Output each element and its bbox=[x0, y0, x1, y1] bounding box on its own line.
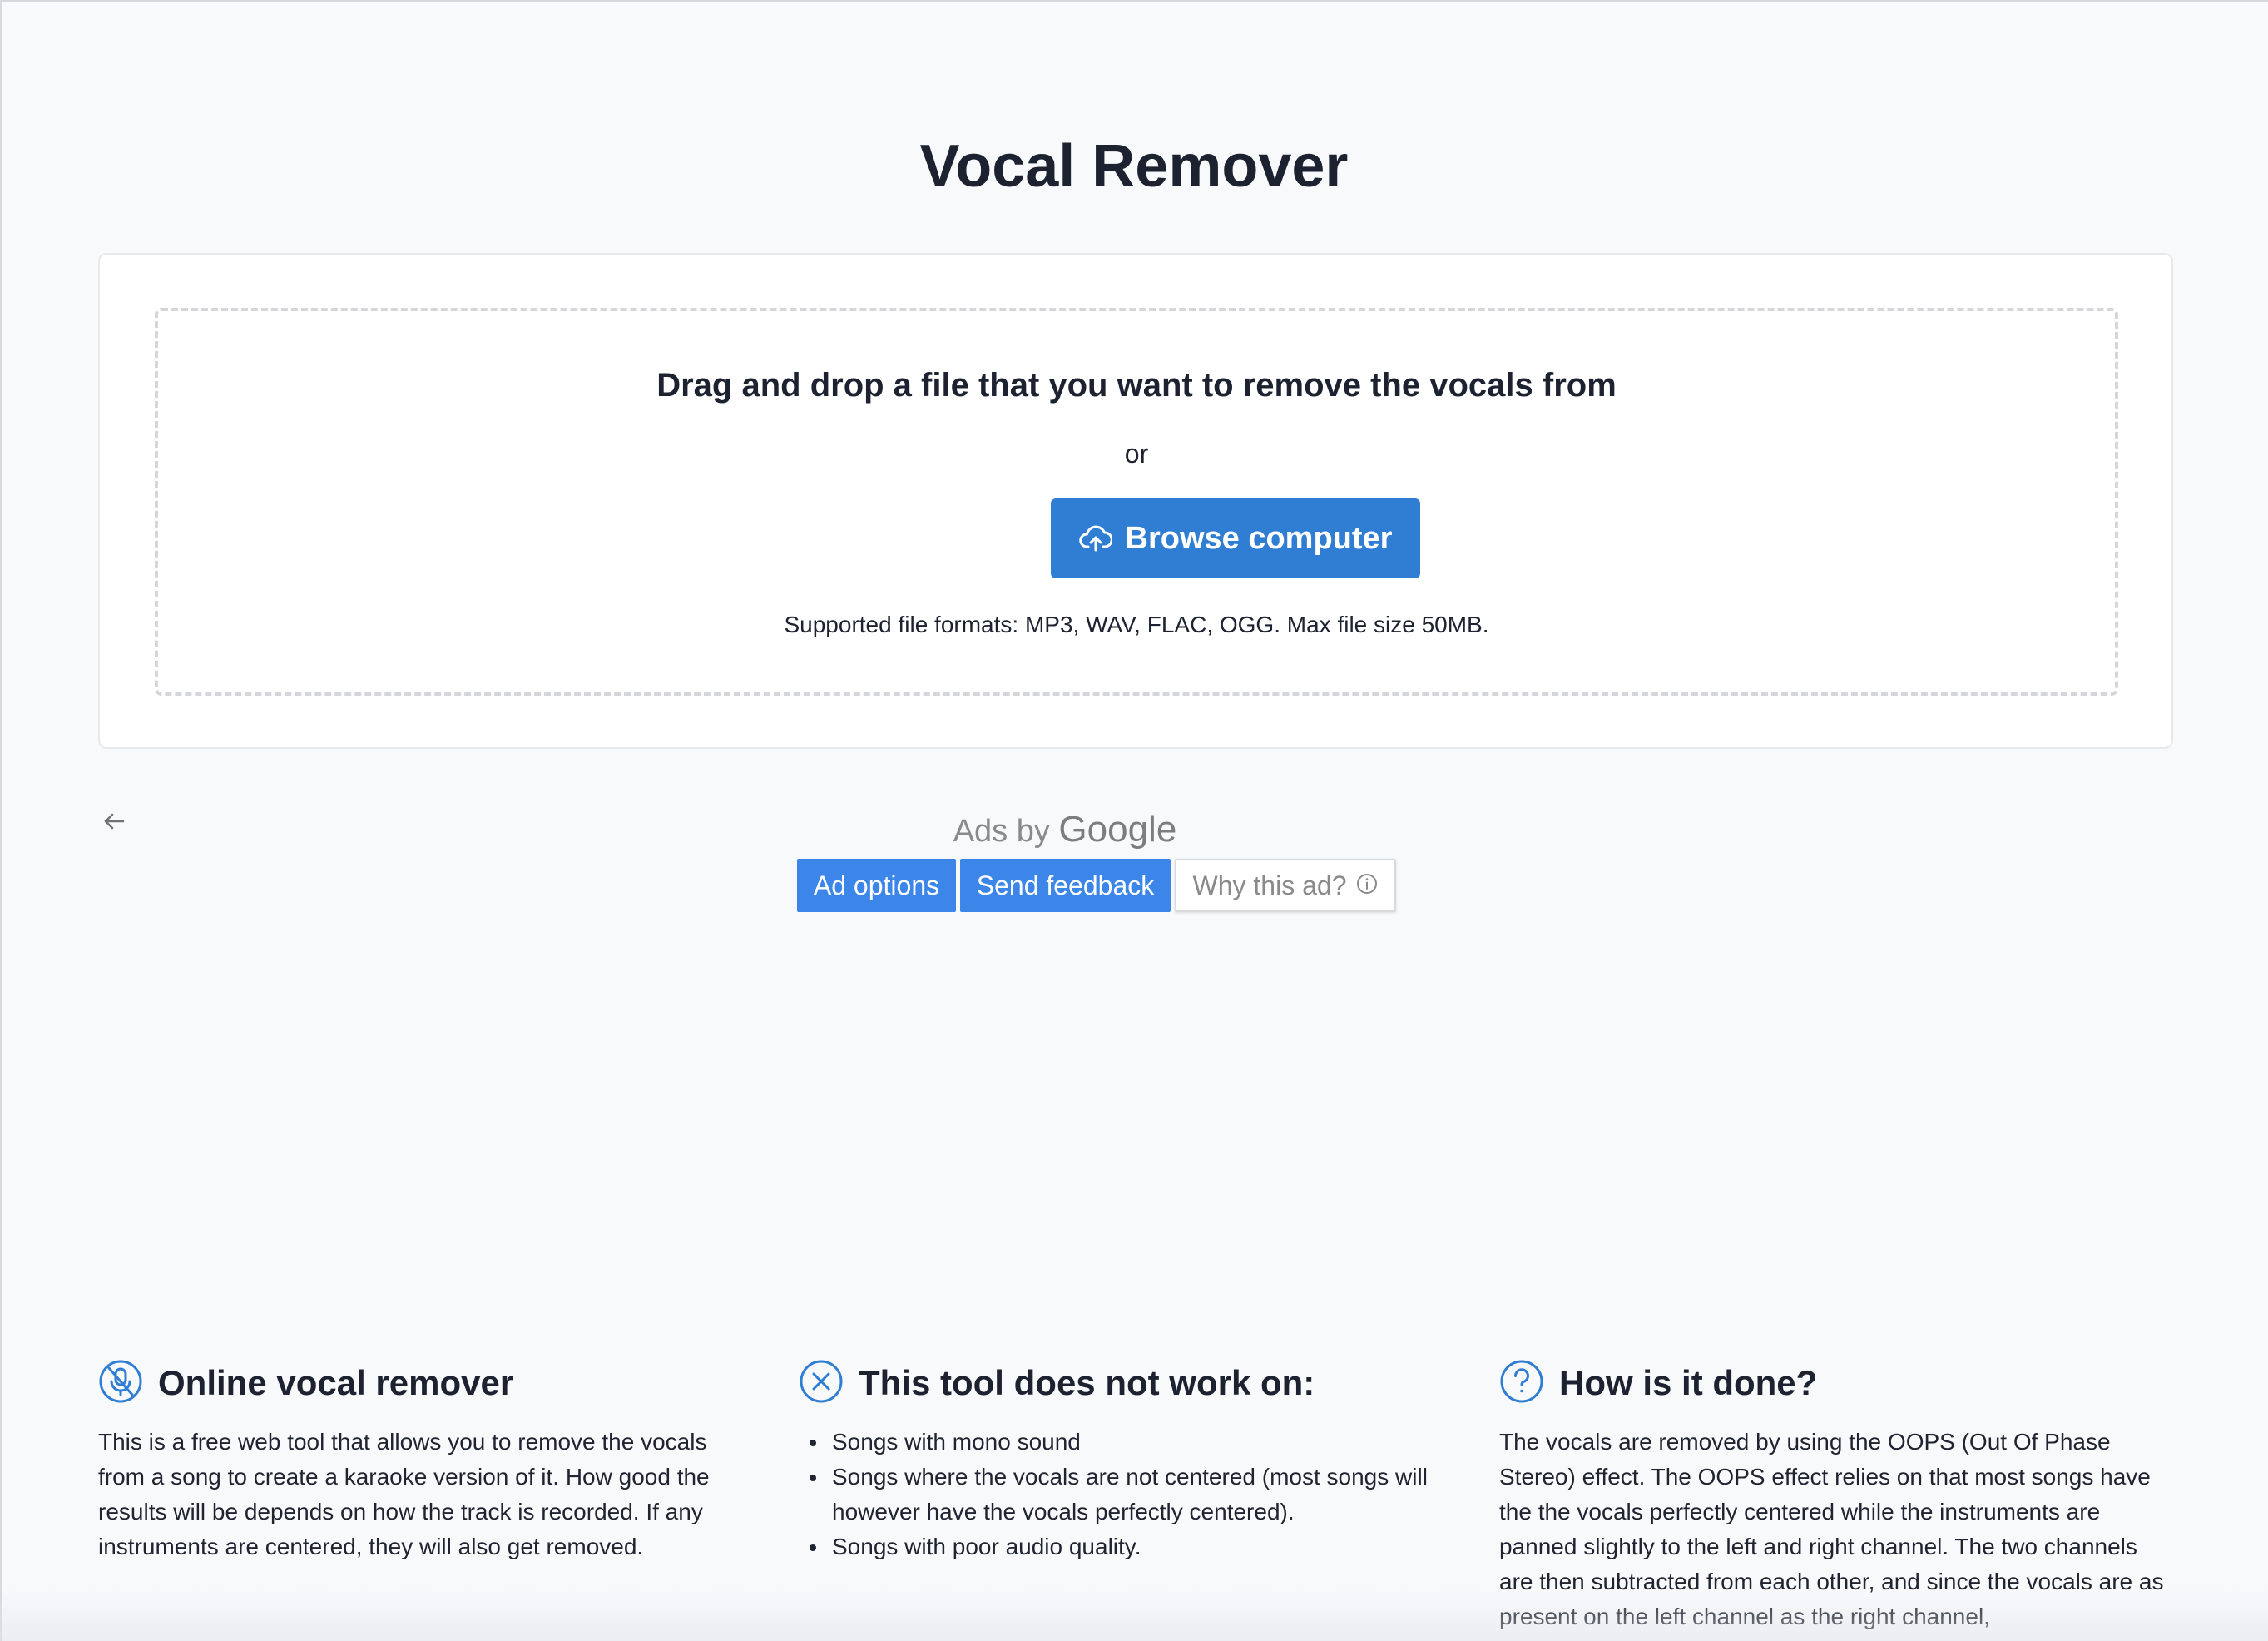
tool-limitations-title: This tool does not work on: bbox=[859, 1363, 1315, 1402]
why-this-ad-button[interactable]: Why this ad? bbox=[1175, 859, 1396, 912]
list-item: Songs with poor audio quality. bbox=[829, 1529, 1456, 1564]
tool-limitations-section: This tool does not work on: Songs with m… bbox=[799, 1356, 1456, 1564]
online-vocal-remover-description: This is a free web tool that allows you … bbox=[98, 1429, 710, 1559]
page-title: Vocal Remover bbox=[919, 133, 1349, 200]
ad-back-arrow-icon[interactable] bbox=[100, 807, 128, 835]
send-feedback-button[interactable]: Send feedback bbox=[960, 859, 1171, 912]
cloud-upload-icon bbox=[1078, 524, 1112, 553]
how-is-it-done-title: How is it done? bbox=[1559, 1363, 1818, 1402]
list-item: Songs with mono sound bbox=[829, 1425, 1456, 1460]
close-circle-icon bbox=[799, 1359, 844, 1408]
ads-by-google-label: Ads by Google bbox=[899, 807, 1231, 854]
browse-computer-label: Browse computer bbox=[1125, 520, 1393, 556]
dropzone-heading: Drag and drop a file that you want to re… bbox=[656, 367, 1617, 404]
browse-computer-button[interactable]: Browse computer bbox=[1051, 498, 1420, 578]
dropzone-or-text: or bbox=[1124, 439, 1149, 469]
tool-limitations-list: Songs with mono sound Songs where the vo… bbox=[799, 1425, 1456, 1564]
why-this-ad-label: Why this ad? bbox=[1192, 870, 1347, 900]
upload-card: Drag and drop a file that you want to re… bbox=[98, 253, 2173, 749]
how-is-it-done-description: The vocals are removed by using the OOPS… bbox=[1499, 1429, 2164, 1629]
list-item: Songs where the vocals are not centered … bbox=[829, 1460, 1456, 1529]
ads-by-prefix: Ads by bbox=[953, 814, 1050, 849]
supported-formats-note: Supported file formats: MP3, WAV, FLAC, … bbox=[784, 612, 1489, 637]
how-is-it-done-section: How is it done? The vocals are removed b… bbox=[1499, 1356, 2165, 1634]
ad-options-button[interactable]: Ad options bbox=[797, 859, 956, 912]
online-vocal-remover-section: Online vocal remover This is a free web … bbox=[98, 1356, 747, 1564]
info-icon bbox=[1356, 870, 1378, 901]
window-left-border bbox=[0, 0, 2, 1641]
window-top-border bbox=[0, 0, 2268, 2]
microphone-off-icon bbox=[98, 1359, 143, 1408]
file-dropzone[interactable]: Drag and drop a file that you want to re… bbox=[155, 308, 2118, 696]
google-wordmark: Google bbox=[1058, 809, 1177, 850]
online-vocal-remover-title: Online vocal remover bbox=[158, 1363, 514, 1402]
question-circle-icon bbox=[1499, 1359, 1544, 1408]
